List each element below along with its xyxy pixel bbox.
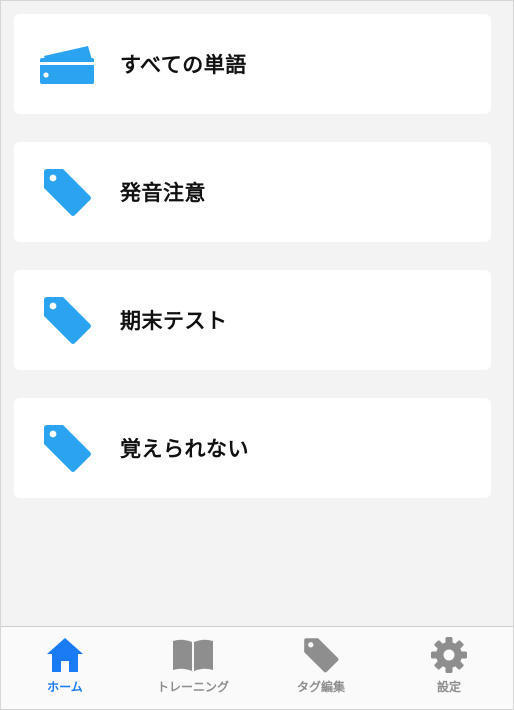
- tag-icon: [38, 419, 96, 477]
- tag-icon: [38, 163, 96, 221]
- home-screen: すべての単語 発音注意 期末テスト 覚えられない ホーム トレーニング タグ編集…: [0, 0, 514, 710]
- list-item-label: 覚えられない: [120, 437, 249, 461]
- list-item-label: 発音注意: [120, 181, 206, 205]
- tab-label: 設定: [436, 680, 461, 694]
- list-item-tag[interactable]: 発音注意: [14, 142, 491, 242]
- list-item-label: すべての単語: [120, 53, 247, 77]
- list-item-tag[interactable]: 覚えられない: [14, 398, 491, 498]
- tab-training[interactable]: トレーニング: [129, 627, 257, 709]
- list-item-label: 期末テスト: [120, 309, 228, 333]
- home-icon: [45, 635, 85, 675]
- tag-icon: [38, 291, 96, 349]
- book-icon: [171, 635, 215, 675]
- tab-settings[interactable]: 設定: [385, 627, 513, 709]
- tab-label: ホーム: [47, 680, 83, 694]
- tab-bar: ホーム トレーニング タグ編集 設定: [1, 626, 513, 709]
- gear-icon: [429, 635, 469, 675]
- list-item-tag[interactable]: 期末テスト: [14, 270, 491, 370]
- list-item-all-words[interactable]: すべての単語: [14, 14, 491, 114]
- tab-tag-edit[interactable]: タグ編集: [257, 627, 385, 709]
- tab-label: トレーニング: [156, 680, 229, 694]
- card-stack-icon: [38, 35, 96, 93]
- tab-label: タグ編集: [296, 680, 345, 694]
- tab-home[interactable]: ホーム: [1, 627, 129, 709]
- tag-icon: [302, 635, 340, 675]
